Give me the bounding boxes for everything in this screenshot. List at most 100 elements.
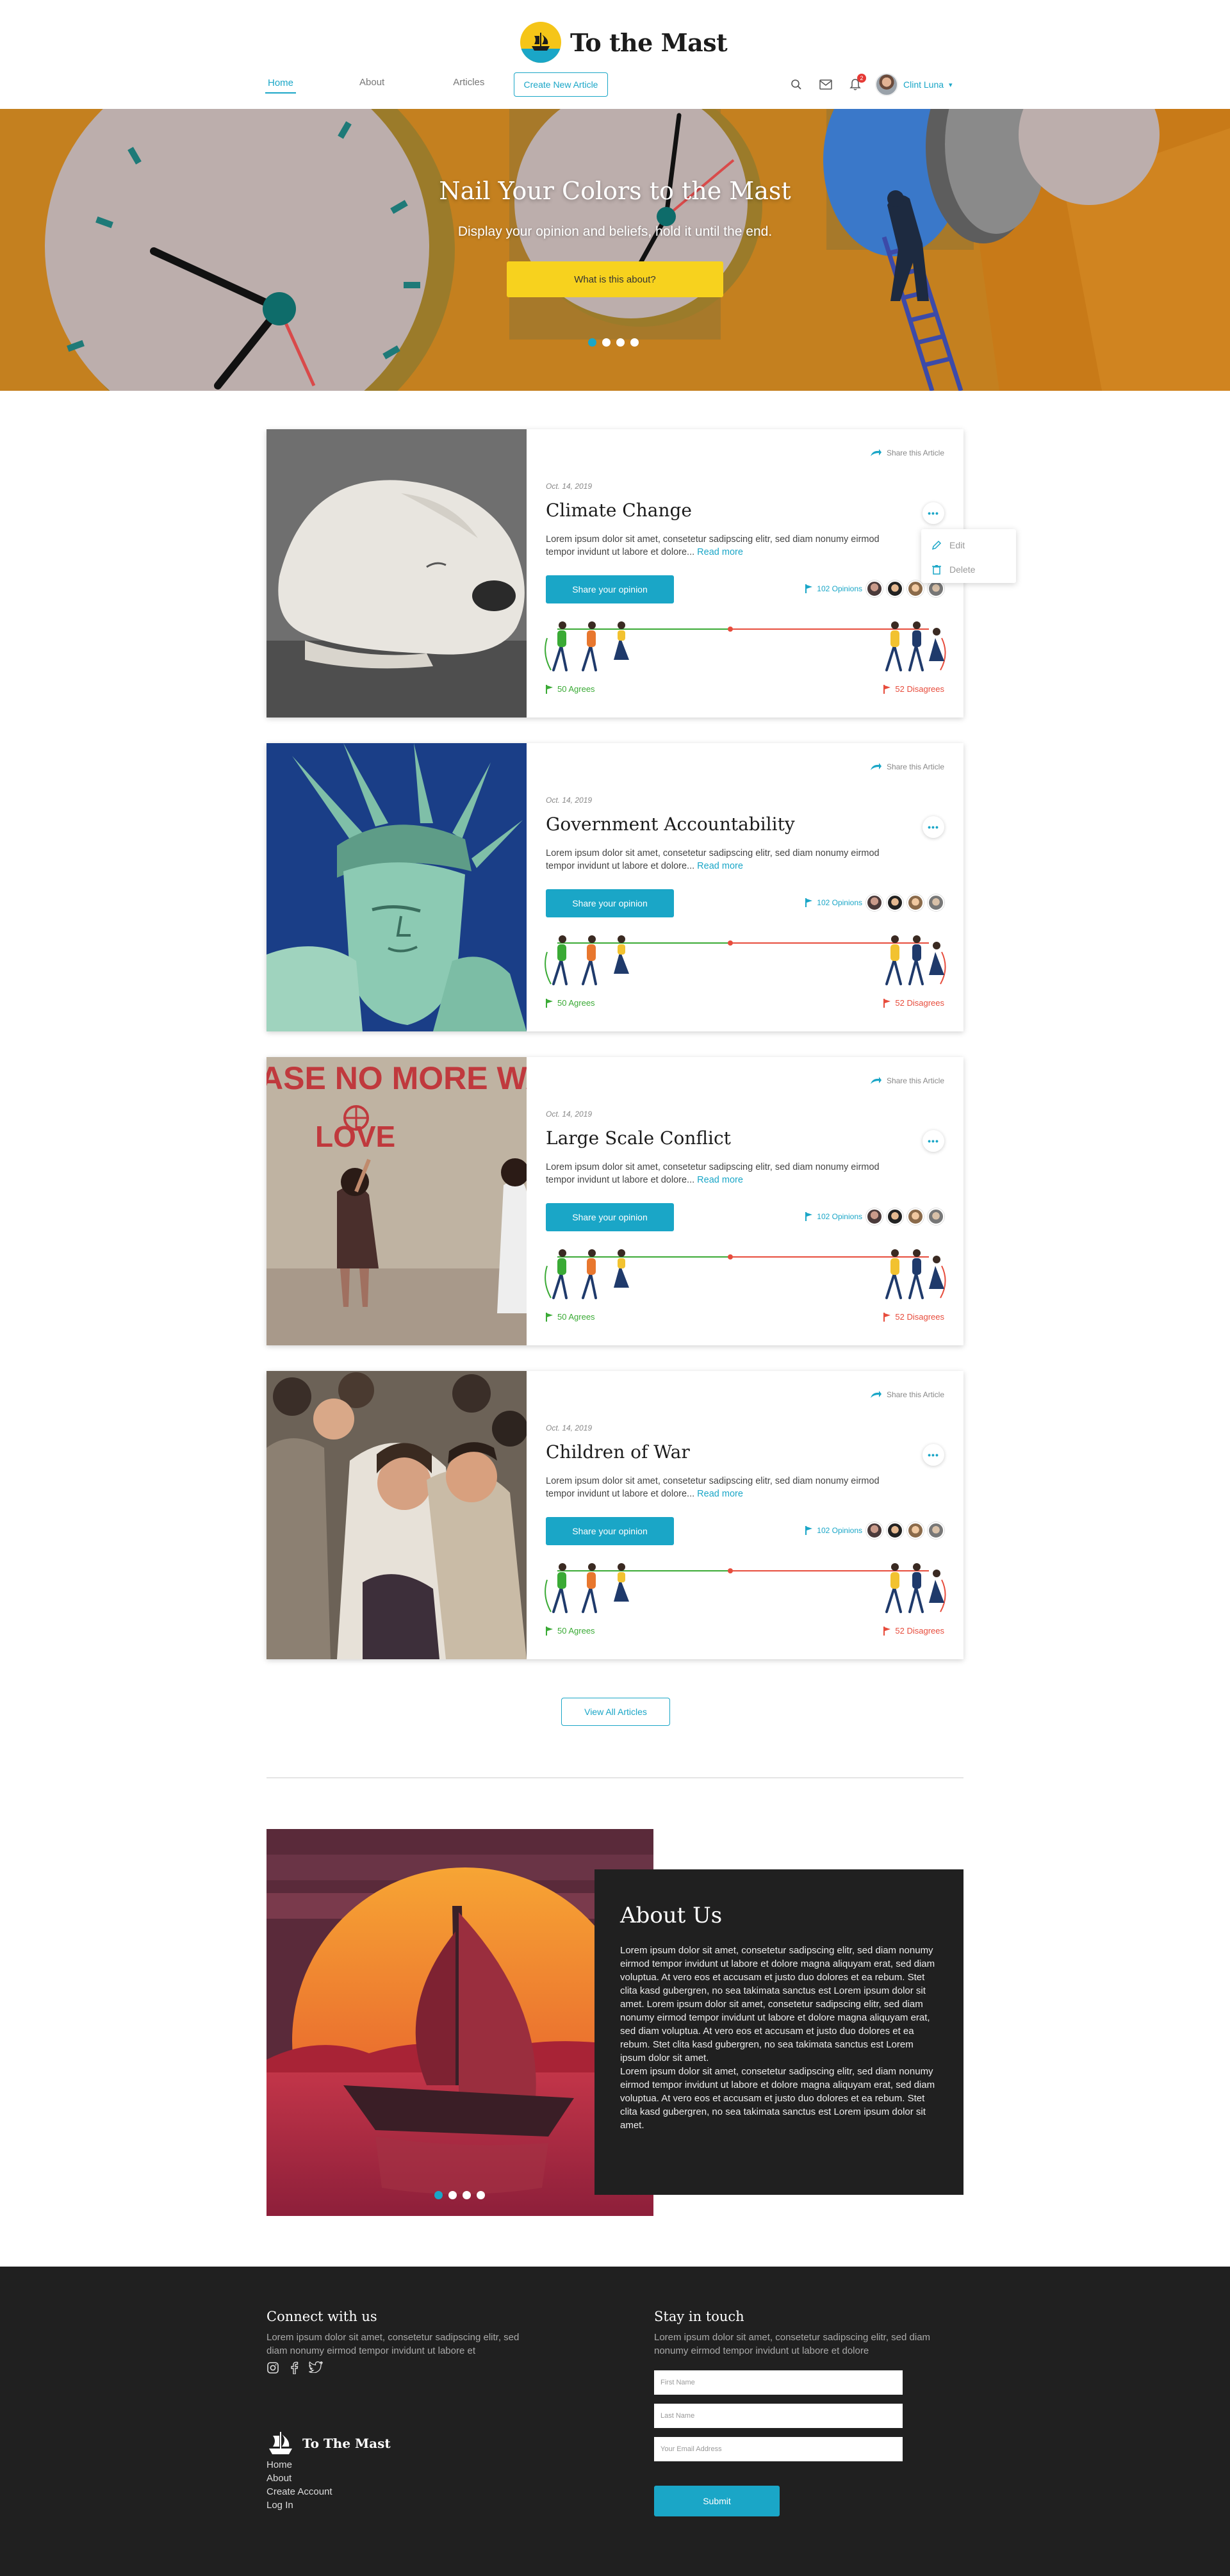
email-field[interactable] [654, 2437, 903, 2461]
footer-link-create-account[interactable]: Create Account [266, 2486, 332, 2498]
agrees-count: 50 Agrees [546, 684, 595, 694]
article-card: Share this Article Oct. 14, 2019 Climate… [266, 429, 964, 718]
user-menu[interactable]: Clint Luna ▾ [875, 73, 953, 96]
instagram-icon[interactable] [266, 2361, 279, 2374]
read-more-link[interactable]: Read more [697, 1489, 743, 1499]
share-opinion-button[interactable]: Share your opinion [546, 889, 674, 917]
footer-link-login[interactable]: Log In [266, 2499, 332, 2511]
avatar [907, 1208, 924, 1225]
article-title[interactable]: Climate Change [546, 500, 692, 521]
chevron-down-icon: ▾ [949, 81, 953, 89]
mail-icon[interactable] [816, 75, 835, 94]
article-image[interactable] [266, 743, 527, 1031]
share-article-link[interactable]: Share this Article [870, 1076, 944, 1085]
create-article-button[interactable]: Create New Article [514, 72, 608, 97]
article-excerpt: Lorem ipsum dolor sit amet, consetetur s… [546, 1162, 880, 1185]
share-article-label: Share this Article [886, 448, 944, 457]
submit-button[interactable]: Submit [654, 2486, 780, 2516]
search-icon[interactable] [787, 75, 806, 94]
article-image[interactable] [266, 1371, 527, 1659]
first-name-field[interactable] [654, 2370, 903, 2395]
article-image[interactable]: ASE NO MORE WA LOVE [266, 1057, 527, 1345]
agrees-count: 50 Agrees [546, 1312, 595, 1322]
footer-brand-name: To The Mast [302, 2436, 391, 2451]
opinions-count: 102 Opinions [817, 1212, 862, 1221]
avatar [866, 1522, 883, 1539]
connect-text: Lorem ipsum dolor sit amet, consetetur s… [266, 2332, 520, 2356]
bell-icon[interactable]: 2 [846, 74, 866, 94]
delete-menu-item[interactable]: Delete [921, 557, 1016, 582]
article-options-dropdown: Edit Delete [921, 529, 1016, 583]
avatar [928, 1522, 944, 1539]
user-name: Clint Luna [903, 79, 944, 90]
agrees-count: 50 Agrees [546, 1626, 595, 1636]
carousel-dot[interactable] [616, 338, 625, 347]
read-more-link[interactable]: Read more [697, 861, 743, 871]
connect-title: Connect with us [266, 2309, 377, 2324]
facebook-icon[interactable] [290, 2361, 299, 2374]
last-name-field[interactable] [654, 2404, 903, 2428]
red-flag-icon [883, 1626, 891, 1636]
nav-articles[interactable]: Articles [453, 70, 484, 94]
nav-home[interactable]: Home [265, 71, 297, 94]
disagrees-count: 52 Disagrees [883, 1626, 944, 1636]
article-title[interactable]: Government Accountability [546, 814, 795, 835]
about-title: About Us [620, 1903, 723, 1928]
article-title[interactable]: Large Scale Conflict [546, 1128, 731, 1149]
disagrees-count: 52 Disagrees [883, 684, 944, 694]
site-footer: Connect with us Lorem ipsum dolor sit am… [0, 2267, 1230, 2576]
share-opinion-button[interactable]: Share your opinion [546, 575, 674, 603]
carousel-dot[interactable] [463, 2191, 471, 2199]
hero-cta-button[interactable]: What is this about? [507, 261, 723, 297]
tug-of-war-illustration [545, 621, 946, 671]
brand[interactable]: To the Mast [520, 22, 728, 63]
green-flag-icon [546, 998, 553, 1008]
nav-about[interactable]: About [359, 70, 384, 94]
carousel-dot[interactable] [434, 2191, 443, 2199]
carousel-dot[interactable] [477, 2191, 485, 2199]
footer-link-about[interactable]: About [266, 2472, 332, 2484]
avatar [866, 580, 883, 597]
carousel-dot[interactable] [602, 338, 611, 347]
share-article-link[interactable]: Share this Article [870, 762, 944, 771]
opinions-summary[interactable]: 102 Opinions [805, 894, 944, 911]
article-image[interactable] [266, 429, 527, 718]
avatar [887, 894, 903, 911]
edit-menu-item[interactable]: Edit [921, 533, 1016, 557]
footer-brand[interactable]: To The Mast [266, 2431, 391, 2456]
main-nav: Home About Articles [263, 70, 484, 94]
more-options-button[interactable]: ••• [922, 1444, 944, 1466]
carousel-dot[interactable] [630, 338, 639, 347]
green-flag-icon [546, 1626, 553, 1636]
share-opinion-button[interactable]: Share your opinion [546, 1203, 674, 1231]
tug-of-war-illustration [545, 1563, 946, 1613]
more-options-button[interactable]: ••• [922, 502, 944, 524]
share-article-label: Share this Article [886, 762, 944, 771]
trash-icon [932, 565, 941, 575]
about-carousel-dots [434, 2191, 485, 2199]
hero-subtitle: Display your opinion and beliefs, hold i… [457, 224, 773, 239]
hero-title: Nail Your Colors to the Mast [439, 177, 791, 205]
more-options-button[interactable]: ••• [922, 1130, 944, 1152]
view-all-articles-button[interactable]: View All Articles [561, 1698, 670, 1726]
article-date: Oct. 14, 2019 [546, 1110, 593, 1119]
avatar [866, 894, 883, 911]
svg-text:ASE NO MORE WA: ASE NO MORE WA [266, 1060, 527, 1096]
footer-link-home[interactable]: Home [266, 2459, 332, 2471]
opinions-summary[interactable]: 102 Opinions [805, 1522, 944, 1539]
twitter-icon[interactable] [309, 2361, 323, 2373]
carousel-dot[interactable] [448, 2191, 457, 2199]
share-opinion-button[interactable]: Share your opinion [546, 1517, 674, 1545]
opinions-summary[interactable]: 102 Opinions [805, 1208, 944, 1225]
read-more-link[interactable]: Read more [697, 1175, 743, 1185]
carousel-dot[interactable] [588, 338, 596, 347]
read-more-link[interactable]: Read more [697, 547, 743, 557]
article-title[interactable]: Children of War [546, 1441, 690, 1463]
share-article-link[interactable]: Share this Article [870, 1390, 944, 1399]
share-article-link[interactable]: Share this Article [870, 448, 944, 457]
avatar [887, 580, 903, 597]
more-options-button[interactable]: ••• [922, 816, 944, 838]
flag-icon [805, 898, 813, 907]
site-header: To the Mast Home About Articles Create N… [0, 0, 1230, 109]
pencil-icon [931, 540, 942, 550]
